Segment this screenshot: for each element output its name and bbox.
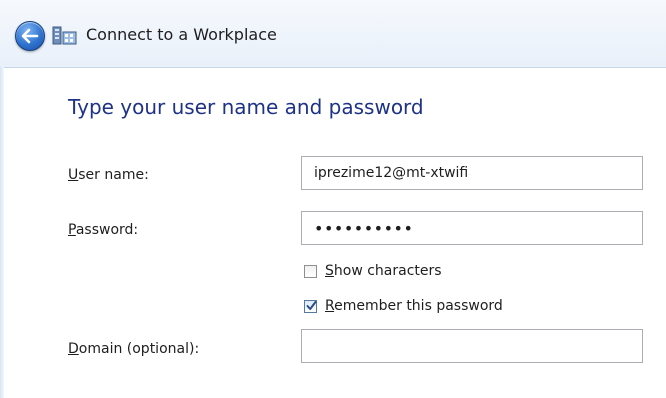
domain-label-accel: D — [68, 341, 79, 357]
username-input[interactable] — [301, 156, 643, 190]
page-heading: Type your user name and password — [68, 95, 424, 119]
remember-password-checkbox[interactable]: Remember this password — [304, 297, 503, 315]
back-button[interactable] — [15, 21, 45, 51]
back-arrow-icon — [21, 28, 39, 44]
network-workplace-icon — [52, 26, 77, 45]
password-input[interactable] — [301, 211, 643, 245]
password-label-rest: assword: — [75, 222, 139, 238]
show-characters-accel: S — [325, 263, 334, 279]
show-characters-label: Show characters — [325, 263, 442, 279]
password-label: Password: — [68, 222, 138, 238]
show-characters-rest: how characters — [333, 263, 442, 279]
show-characters-checkbox[interactable]: Show characters — [304, 262, 442, 280]
checkmark-icon — [306, 300, 317, 310]
domain-label-rest: omain (optional): — [78, 341, 200, 357]
remember-password-rest: emember this password — [334, 298, 503, 314]
password-label-accel: P — [68, 222, 76, 238]
left-border — [0, 67, 4, 398]
remember-password-box[interactable] — [304, 299, 317, 313]
domain-label: Domain (optional): — [68, 341, 199, 357]
remember-password-label: Remember this password — [325, 298, 503, 314]
username-label: User name: — [68, 167, 149, 183]
show-characters-box[interactable] — [304, 264, 317, 278]
window-title: Connect to a Workplace — [86, 25, 277, 44]
domain-input[interactable] — [301, 329, 643, 363]
username-label-rest: ser name: — [78, 167, 149, 183]
username-label-accel: U — [68, 167, 79, 183]
remember-password-accel: R — [325, 298, 335, 314]
